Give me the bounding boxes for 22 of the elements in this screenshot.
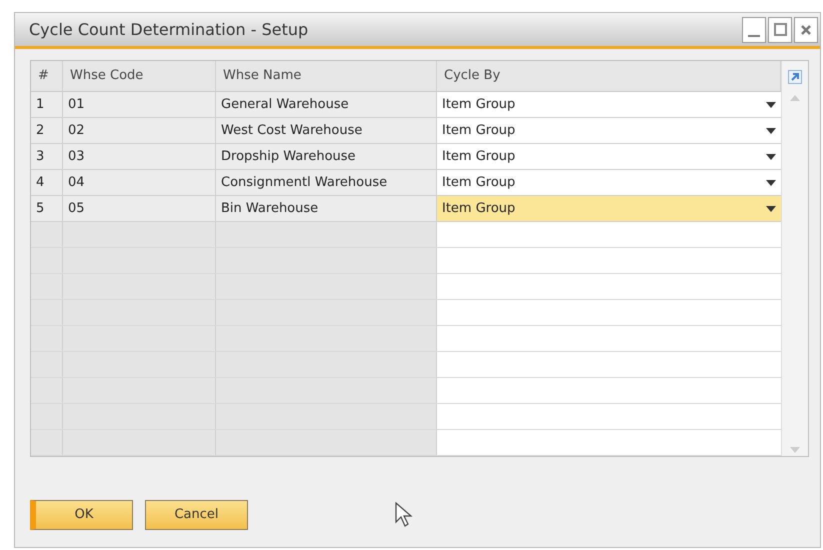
dropdown-field[interactable]: Item Group [437, 170, 781, 195]
close-icon [800, 24, 812, 36]
dropdown-arrow-icon [766, 206, 776, 212]
mouse-cursor-icon [395, 502, 413, 528]
dropdown-arrow-icon [766, 180, 776, 186]
expand-icon[interactable] [788, 70, 802, 84]
cancel-button[interactable]: Cancel [145, 500, 248, 530]
maximize-button[interactable] [768, 16, 792, 42]
dropdown-field[interactable]: Item Group [437, 92, 781, 117]
minimize-button[interactable] [742, 16, 766, 42]
dropdown-arrow-icon [766, 154, 776, 160]
window-title: Cycle Count Determination - Setup [29, 18, 308, 40]
ok-button[interactable]: OK [30, 500, 133, 530]
dropdown-arrow-icon [766, 128, 776, 134]
dropdown-arrow-icon [766, 102, 776, 108]
dropdown-field[interactable]: Item Group [437, 118, 781, 143]
column-header[interactable]: # [31, 61, 63, 91]
dropdown-field[interactable]: Item Group [437, 196, 781, 221]
column-header[interactable]: Whse Name [216, 61, 437, 91]
column-header[interactable]: Whse Code [63, 61, 216, 91]
close-button[interactable] [794, 16, 818, 42]
dropdown-field[interactable]: Item Group [437, 144, 781, 169]
